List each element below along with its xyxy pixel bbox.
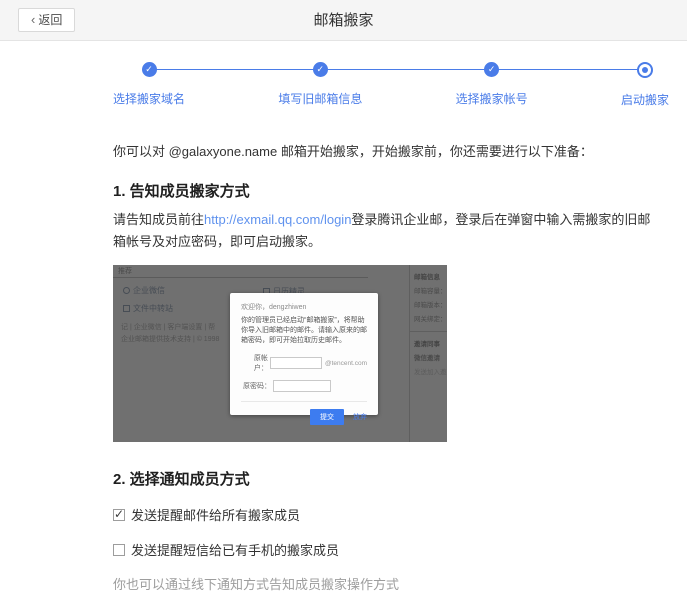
dialog-greeting: 欢迎你，dengzhiwen (241, 302, 367, 312)
progress-stepper: ✓ 选择搬家域名 ✓ 填写旧邮箱信息 ✓ 选择搬家帐号 启动搬家 (113, 62, 669, 108)
instruction-screenshot: 推荐 企业微信 文件中转站 日历精灵 记 | 企业微信 | 客户端设置 | 帮 … (113, 265, 447, 442)
folder-icon (123, 305, 130, 312)
page-title: 邮箱搬家 (0, 0, 687, 41)
checkbox-unchecked-icon[interactable] (113, 544, 125, 556)
step-label: 选择搬家域名 (113, 90, 185, 107)
step-label: 选择搬家帐号 (456, 90, 528, 107)
screenshot-header-fragment: 推荐 (113, 265, 368, 278)
step-done-check-icon: ✓ (484, 62, 499, 77)
dialog-account-row: 原帐户： @tencent.com (241, 353, 367, 373)
step-select-domain: ✓ 选择搬家域名 (113, 62, 185, 108)
intro-text: 你可以对 @galaxyone.name 邮箱开始搬家，开始搬家前，你还需要进行… (113, 141, 669, 160)
step-select-accounts: ✓ 选择搬家帐号 (456, 62, 528, 108)
step-old-mailbox-info: ✓ 填写旧邮箱信息 (278, 62, 362, 108)
sidebar-panel2-title: 邀请同事 (410, 332, 447, 348)
section2-heading: 2. 选择通知成员方式 (113, 468, 669, 489)
sidebar-row: 网关绑定： (410, 309, 447, 323)
section1-heading: 1. 告知成员搬家方式 (113, 180, 669, 201)
email-migration-page: ‹返回 邮箱搬家 ✓ 选择搬家域名 ✓ 填写旧邮箱信息 ✓ 选择搬家帐号 (0, 0, 687, 608)
section1-text-before: 请告知成员前往 (113, 212, 204, 227)
main-content: ✓ 选择搬家域名 ✓ 填写旧邮箱信息 ✓ 选择搬家帐号 启动搬家 你可以对 @g… (113, 62, 669, 608)
wework-icon (123, 287, 130, 294)
old-password-input[interactable] (273, 380, 331, 392)
step-label: 填写旧邮箱信息 (278, 90, 362, 107)
sidebar-gray-item: 发送加入邀 (410, 362, 447, 376)
checkbox-label: 发送提醒短信给已有手机的搬家成员 (131, 540, 339, 559)
offline-notify-note: 你也可以通过线下通知方式告知成员搬家操作方式 (113, 574, 669, 593)
sidebar-panel1-title: 邮箱信息 (410, 265, 447, 281)
back-button[interactable]: ‹返回 (18, 8, 75, 32)
screenshot-nav-file-transfer: 文件中转站 (123, 303, 173, 314)
dialog-body-text: 你的管理员已经启动“邮箱搬家”，将帮助你导入旧邮箱中的邮件。请输入原来的邮箱密码… (241, 316, 367, 346)
back-button-label: 返回 (38, 13, 62, 27)
dialog-password-row: 原密码： (241, 380, 367, 392)
dialog-submit-button[interactable]: 提交 (310, 409, 344, 425)
screenshot-footer-line2: 企业邮箱提供技术支持 | © 1998 (121, 334, 219, 344)
nav-label: 企业微信 (133, 285, 165, 296)
topbar: ‹返回 邮箱搬家 (0, 0, 687, 41)
account-domain-suffix: @tencent.com (325, 360, 367, 367)
old-account-label: 原帐户： (241, 353, 268, 373)
old-account-input[interactable] (270, 357, 322, 369)
checkbox-row-notify-sms[interactable]: 发送提醒短信给已有手机的搬家成员 (113, 540, 669, 559)
exmail-login-link[interactable]: http://exmail.qq.com/login (204, 212, 351, 227)
checkbox-label: 发送提醒邮件给所有搬家成员 (131, 505, 300, 524)
section1-paragraph: 请告知成员前往http://exmail.qq.com/login登录腾讯企业邮… (113, 209, 653, 253)
sidebar-row: 邮箱版本： (410, 295, 447, 309)
old-password-label: 原密码： (241, 381, 271, 391)
step-label: 启动搬家 (621, 91, 669, 108)
checkbox-checked-icon[interactable] (113, 509, 125, 521)
screenshot-nav-wework: 企业微信 (123, 285, 165, 296)
step-current-dot-icon (637, 62, 653, 78)
step-start-migration: 启动搬家 (621, 62, 669, 108)
step-done-check-icon: ✓ (313, 62, 328, 77)
back-chevron-icon: ‹ (31, 12, 35, 27)
checkbox-row-notify-email[interactable]: 发送提醒邮件给所有搬家成员 (113, 505, 669, 524)
screenshot-footer-line1: 记 | 企业微信 | 客户端设置 | 帮 (121, 322, 215, 332)
dialog-cancel-button[interactable]: 放弃 (353, 412, 367, 422)
sidebar-bold-item: 微信邀请 (410, 348, 447, 362)
step-done-check-icon: ✓ (142, 62, 157, 77)
nav-label: 文件中转站 (133, 303, 173, 314)
screenshot-migration-dialog: 欢迎你，dengzhiwen 你的管理员已经启动“邮箱搬家”，将帮助你导入旧邮箱… (230, 293, 378, 415)
dialog-divider (241, 401, 367, 402)
screenshot-sidebar: 邮箱信息 邮箱容量： 邮箱版本： 网关绑定： 邀请同事 微信邀请 发送加入邀 (409, 265, 447, 442)
sidebar-row: 邮箱容量： (410, 281, 447, 295)
